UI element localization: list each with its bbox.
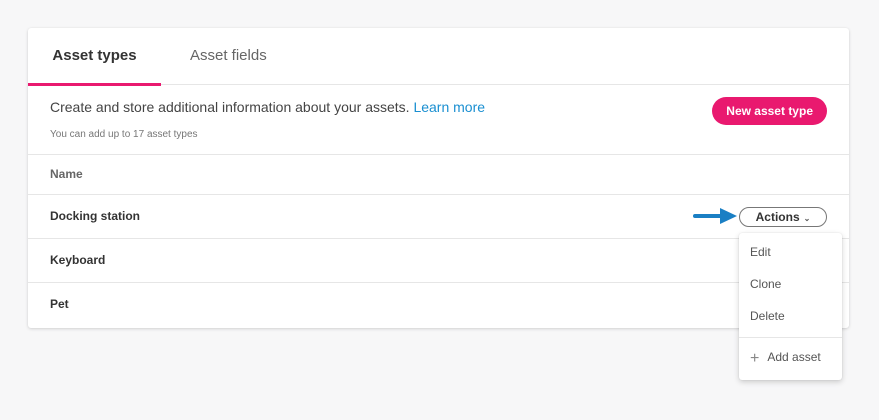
tab-bar: Asset types Asset fields <box>28 28 849 86</box>
menu-divider <box>739 337 842 338</box>
intro-text: Create and store additional information … <box>50 99 485 115</box>
asset-type-name: Pet <box>50 297 69 311</box>
tab-asset-fields[interactable]: Asset fields <box>190 28 267 85</box>
menu-item-add-asset[interactable]: + Add asset <box>750 350 821 368</box>
asset-type-limit-note: You can add up to 17 asset types <box>50 129 198 140</box>
chevron-down-icon: ⌄ <box>803 214 811 223</box>
actions-button[interactable]: Actions ⌄ <box>739 207 827 227</box>
actions-menu: Edit Clone Delete + Add asset <box>739 233 842 380</box>
table-row[interactable]: Pet <box>28 283 849 327</box>
tab-asset-types[interactable]: Asset types <box>28 28 161 86</box>
arrow-right-icon <box>693 208 737 224</box>
asset-type-name: Docking station <box>50 209 141 223</box>
actions-label: Actions <box>755 210 800 224</box>
table-row[interactable]: Keyboard <box>28 239 849 283</box>
add-asset-label: Add asset <box>767 350 821 364</box>
menu-item-clone[interactable]: Clone <box>750 277 781 291</box>
new-asset-type-button[interactable]: New asset type <box>712 97 827 125</box>
learn-more-link[interactable]: Learn more <box>413 99 485 115</box>
asset-type-name: Keyboard <box>50 253 106 267</box>
name-column-header[interactable]: Name <box>28 155 849 195</box>
asset-types-card: Asset types Asset fields Create and stor… <box>28 28 849 328</box>
intro-description: Create and store additional information … <box>50 99 410 115</box>
menu-item-delete[interactable]: Delete <box>750 309 785 323</box>
menu-item-edit[interactable]: Edit <box>750 245 771 259</box>
plus-icon: + <box>750 350 760 367</box>
intro-section: Create and store additional information … <box>28 85 849 155</box>
